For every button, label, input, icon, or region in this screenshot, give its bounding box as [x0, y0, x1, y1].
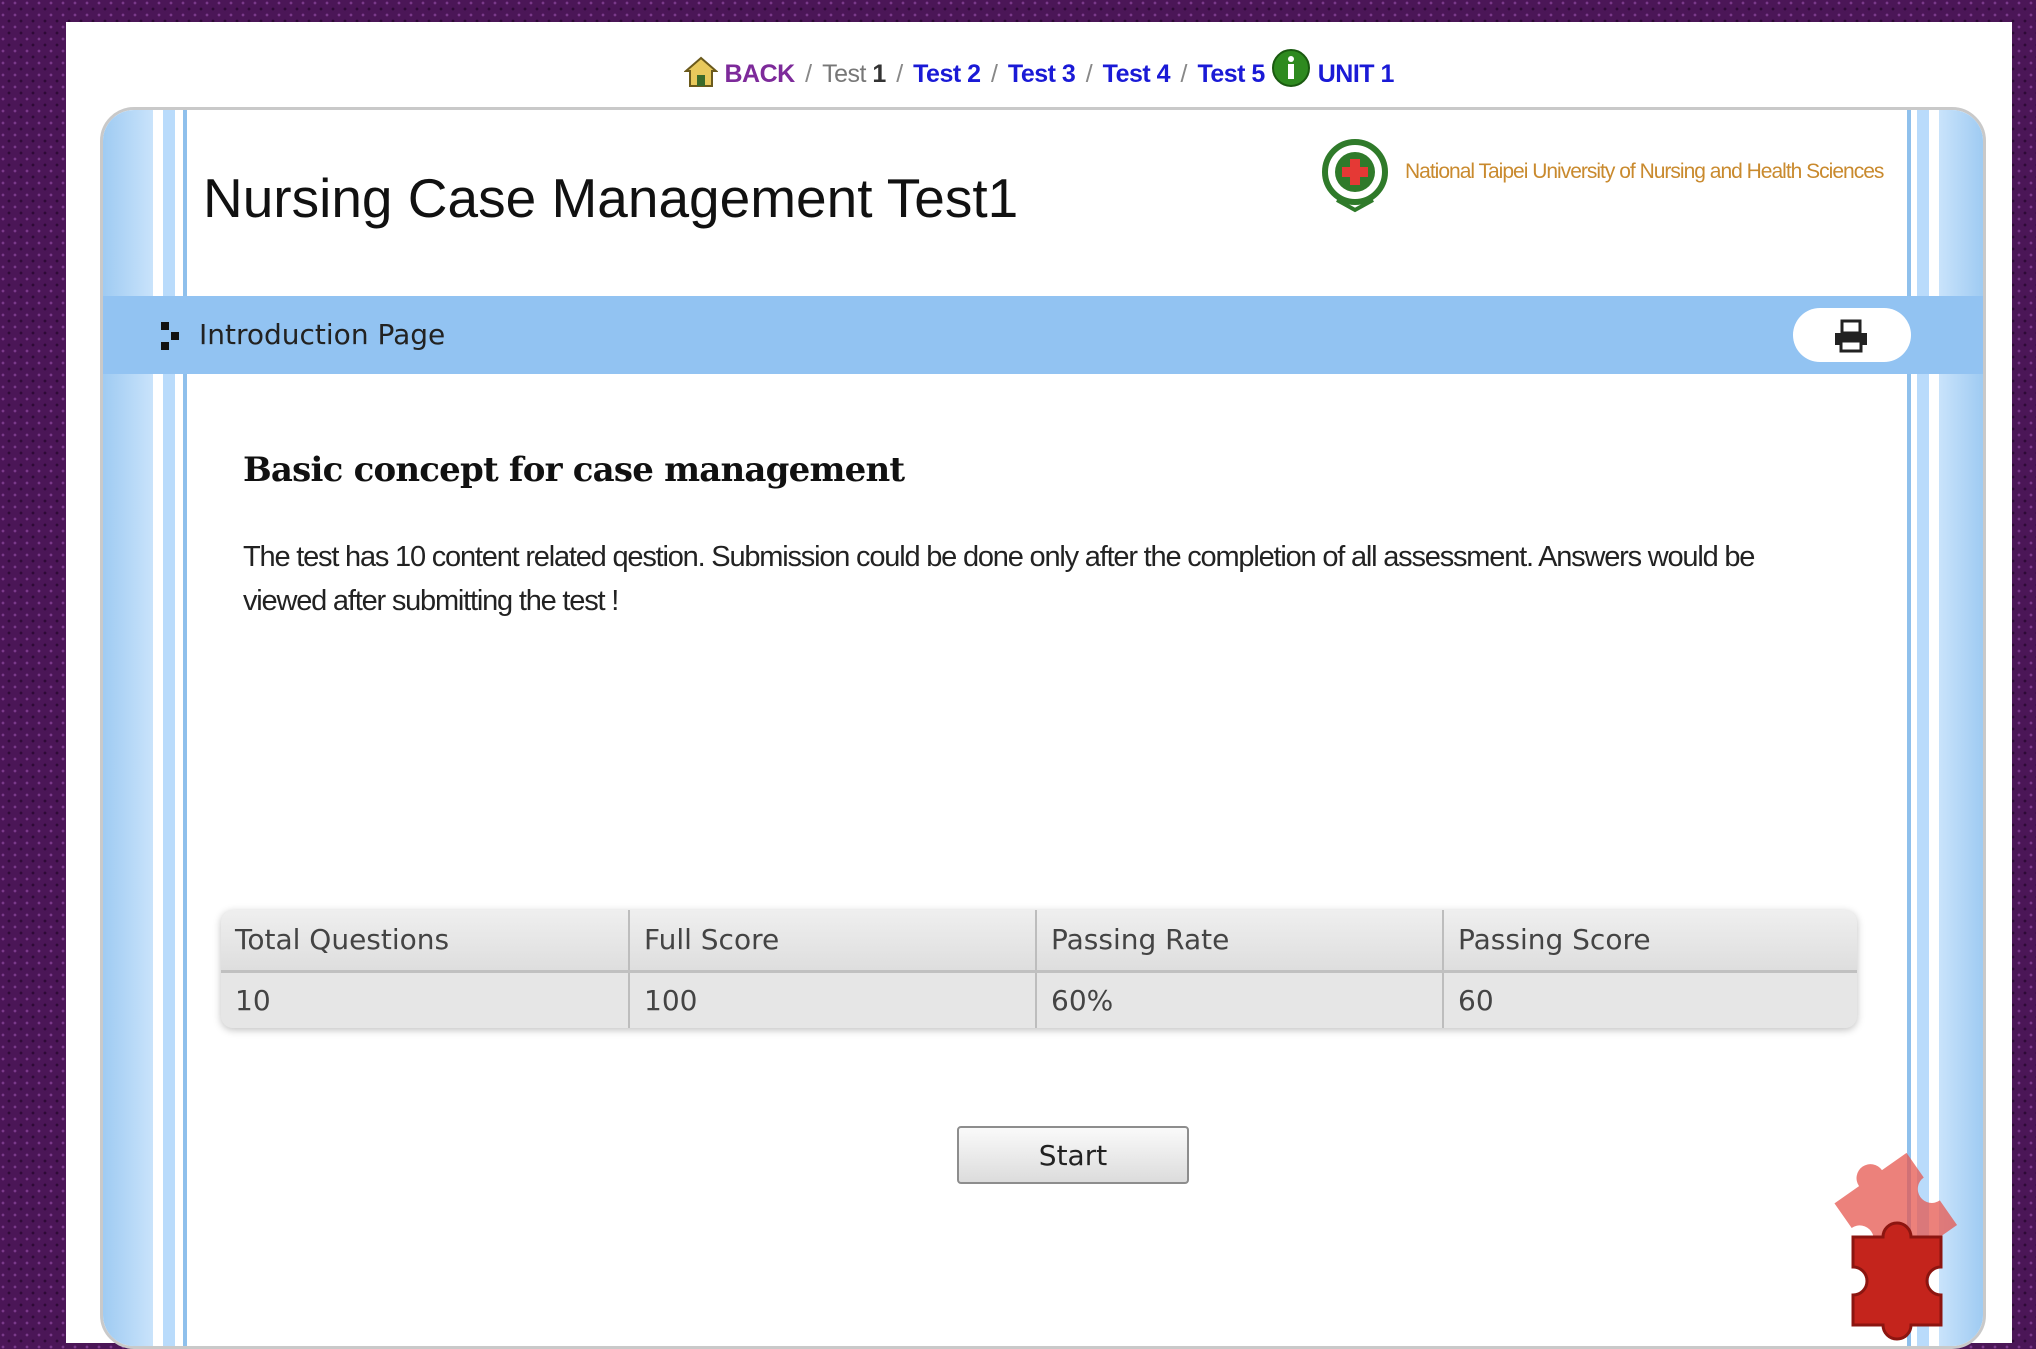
header-passing-score: Passing Score: [1442, 910, 1849, 970]
puzzle-icon: [1753, 1112, 1983, 1346]
nav-separator: /: [896, 60, 903, 88]
value-total-questions: 10: [235, 984, 271, 1017]
table-row: 10 100 60% 60: [221, 973, 1857, 1028]
nav-unit-link[interactable]: UNIT 1: [1318, 60, 1395, 88]
university-logo-icon: [1315, 134, 1395, 218]
table-header-row: Total Questions Full Score Passing Rate …: [221, 910, 1857, 973]
university-name: National Taipei University of Nursing an…: [1405, 160, 1884, 183]
test-card: Nursing Case Management Test1 National T…: [100, 107, 1986, 1349]
top-navigation: BACK / Test 1 / Test 2 / Test 3 / Test 4…: [66, 48, 2012, 95]
print-button[interactable]: [1793, 308, 1911, 362]
nav-current-prefix: Test: [822, 60, 873, 88]
nav-separator: /: [1085, 60, 1093, 88]
stats-table: Total Questions Full Score Passing Rate …: [221, 910, 1857, 1028]
value-passing-score: 60: [1442, 973, 1849, 1028]
nav-separator: /: [1180, 60, 1188, 88]
header-passing-rate: Passing Rate: [1035, 910, 1442, 970]
nav-separator: /: [805, 60, 812, 88]
nav-separator: /: [991, 60, 998, 88]
section-arrow-icon: [159, 320, 185, 356]
header-full-score: Full Score: [628, 910, 1035, 970]
value-full-score: 100: [628, 973, 1035, 1028]
nav-current-test: Test 1: [822, 60, 886, 88]
printer-icon: [1835, 319, 1867, 353]
header-total-questions: Total Questions: [235, 923, 450, 956]
content-heading: Basic concept for case management: [243, 450, 905, 490]
info-icon[interactable]: [1271, 48, 1311, 95]
page-frame: BACK / Test 1 / Test 2 / Test 3 / Test 4…: [66, 22, 2012, 1349]
start-button[interactable]: Start: [957, 1126, 1189, 1184]
back-link[interactable]: BACK: [725, 60, 796, 88]
value-passing-rate: 60%: [1035, 973, 1442, 1028]
section-label: Introduction Page: [199, 318, 446, 351]
page-title: Nursing Case Management Test1: [203, 167, 1019, 229]
content-description: The test has 10 content related qestion.…: [243, 541, 1755, 617]
nav-current-number: 1: [872, 60, 886, 88]
home-icon[interactable]: [683, 56, 719, 95]
section-bar: Introduction Page: [103, 296, 1983, 374]
nav-test-3-link[interactable]: Test 3: [1008, 60, 1076, 88]
nav-test-5-link[interactable]: Test 5: [1197, 60, 1265, 88]
nav-test-2-link[interactable]: Test 2: [913, 60, 981, 88]
nav-test-4-link[interactable]: Test 4: [1103, 60, 1171, 88]
